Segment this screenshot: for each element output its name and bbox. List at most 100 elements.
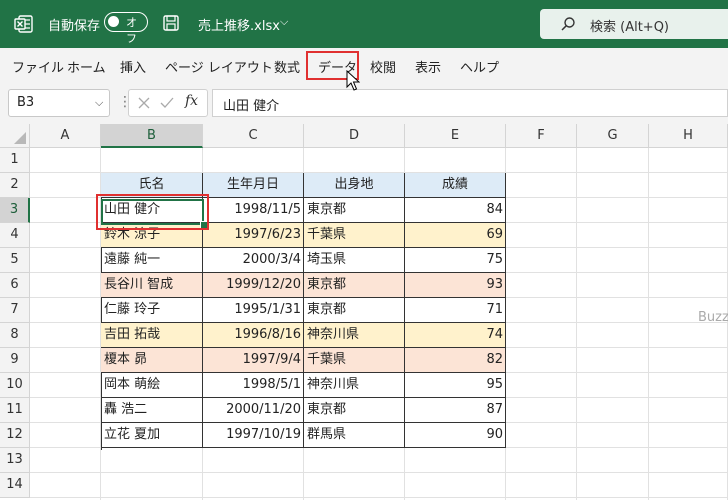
search-icon (561, 17, 575, 31)
tab-file[interactable]: ファイル (12, 57, 64, 76)
cell-name[interactable]: 立花 夏加 (101, 423, 203, 448)
cell-score[interactable]: 74 (405, 323, 506, 348)
cell-score[interactable]: 95 (405, 373, 506, 398)
autosave-label: 自動保存 (48, 19, 101, 34)
row-header-5[interactable]: 5 (0, 248, 30, 273)
cell-score[interactable]: 87 (405, 398, 506, 423)
gridline-horizontal (30, 472, 728, 473)
header-birthdate[interactable]: 生年月日 (203, 173, 304, 198)
cell-score[interactable]: 71 (405, 298, 506, 323)
cell-birthdate[interactable]: 2000/11/20 (203, 398, 304, 423)
column-header-b[interactable]: B (101, 124, 203, 148)
cell-name[interactable]: 長谷川 智成 (101, 273, 203, 298)
cell-hometown[interactable]: 埼玉県 (304, 248, 405, 273)
cell-hometown[interactable]: 東京都 (304, 198, 405, 223)
formula-bar: B3 ⌵ ⋮ fx 山田 健介 (0, 84, 728, 124)
cell-score[interactable]: 84 (405, 198, 506, 223)
name-box-value: B3 (17, 95, 35, 110)
row-header-3[interactable]: 3 (0, 198, 30, 223)
cell-birthdate[interactable]: 1998/5/1 (203, 373, 304, 398)
toggle-knob (108, 16, 119, 27)
cell-birthdate[interactable]: 1996/8/16 (203, 323, 304, 348)
formula-input[interactable]: 山田 健介 (212, 89, 728, 117)
cell-name[interactable]: 吉田 拓哉 (101, 323, 203, 348)
cell-name[interactable]: 榎本 昴 (101, 348, 203, 373)
column-header-a[interactable]: A (30, 124, 101, 148)
select-all-button[interactable] (0, 124, 30, 148)
row-header-2[interactable]: 2 (0, 173, 30, 198)
cell-score[interactable]: 69 (405, 223, 506, 248)
cell-score[interactable]: 93 (405, 273, 506, 298)
tab-review[interactable]: 校閲 (370, 57, 396, 76)
insert-function-icon[interactable]: fx (185, 93, 198, 109)
save-icon[interactable] (162, 14, 180, 32)
search-placeholder: 検索 (Alt+Q) (590, 20, 670, 35)
cell-hometown[interactable]: 東京都 (304, 298, 405, 323)
select-all-icon (14, 132, 26, 144)
row-header-13[interactable]: 13 (0, 448, 30, 473)
cell-hometown[interactable]: 千葉県 (304, 348, 405, 373)
cell-hometown[interactable]: 千葉県 (304, 223, 405, 248)
cell-birthdate[interactable]: 1995/1/31 (203, 298, 304, 323)
cell-name[interactable]: 遠藤 純一 (101, 248, 203, 273)
tab-home[interactable]: ホーム (67, 57, 106, 76)
row-header-10[interactable]: 10 (0, 373, 30, 398)
check-icon[interactable] (159, 96, 175, 110)
column-header-d[interactable]: D (304, 124, 405, 148)
row-header-8[interactable]: 8 (0, 323, 30, 348)
cell-score[interactable]: 75 (405, 248, 506, 273)
cell-hometown[interactable]: 東京都 (304, 398, 405, 423)
mouse-cursor-icon (346, 70, 360, 91)
search-box[interactable]: 検索 (Alt+Q) (540, 9, 728, 39)
column-header-c[interactable]: C (203, 124, 304, 148)
cell-name[interactable]: 轟 浩二 (101, 398, 203, 423)
spreadsheet-grid[interactable]: A B C D E F G H 1 2 3 4 5 6 7 8 9 10 11 12 13 14 氏名 生年月日 出身地 成績 山田… (0, 124, 728, 500)
cell-birthdate[interactable]: 1997/10/19 (203, 423, 304, 448)
tab-page-layout[interactable]: ページ レイアウト (165, 57, 273, 76)
name-box[interactable]: B3 ⌵ (8, 89, 110, 117)
excel-logo-icon (14, 15, 33, 33)
tab-help[interactable]: ヘルプ (460, 57, 499, 76)
column-header-g[interactable]: G (577, 124, 649, 148)
cell-score[interactable]: 90 (405, 423, 506, 448)
cell-birthdate[interactable]: 1997/9/4 (203, 348, 304, 373)
cell-hometown[interactable]: 神奈川県 (304, 373, 405, 398)
header-hometown[interactable]: 出身地 (304, 173, 405, 198)
column-header-e[interactable]: E (405, 124, 506, 148)
autosave-toggle[interactable]: オフ (104, 12, 148, 45)
row-header-12[interactable]: 12 (0, 423, 30, 448)
cell-hometown[interactable]: 東京都 (304, 273, 405, 298)
tab-insert[interactable]: 挿入 (120, 57, 146, 76)
active-cell-highlight (96, 194, 209, 230)
row-header-14[interactable]: 14 (0, 473, 30, 498)
row-header-9[interactable]: 9 (0, 348, 30, 373)
column-header-h[interactable]: H (649, 124, 728, 148)
file-name[interactable]: 売上推移.xlsx (198, 15, 280, 34)
formula-text: 山田 健介 (223, 99, 280, 114)
cell-score[interactable]: 82 (405, 348, 506, 373)
column-header-f[interactable]: F (506, 124, 577, 148)
cell-name[interactable]: 岡本 萌絵 (101, 373, 203, 398)
row-header-4[interactable]: 4 (0, 223, 30, 248)
cell-birthdate[interactable]: 2000/3/4 (203, 248, 304, 273)
cell-hometown[interactable]: 神奈川県 (304, 323, 405, 348)
header-score[interactable]: 成績 (405, 173, 506, 198)
cancel-icon[interactable] (137, 96, 151, 110)
row-header-11[interactable]: 11 (0, 398, 30, 423)
cell-birthdate[interactable]: 1997/6/23 (203, 223, 304, 248)
chevron-down-icon[interactable]: ⌵ (95, 96, 103, 110)
chevron-down-icon[interactable]: ⌵ (280, 15, 288, 29)
row-header-1[interactable]: 1 (0, 148, 30, 173)
title-bar: 自動保存 オフ 売上推移.xlsx ⌵ 検索 (Alt+Q) (0, 0, 728, 48)
cell-birthdate[interactable]: 1998/11/5 (203, 198, 304, 223)
gridline-horizontal (30, 497, 728, 498)
cell-birthdate[interactable]: 1999/12/20 (203, 273, 304, 298)
row-header-7[interactable]: 7 (0, 298, 30, 323)
formula-buttons: fx (128, 89, 208, 117)
cell-name[interactable]: 仁藤 玲子 (101, 298, 203, 323)
tab-formulas[interactable]: 数式 (274, 57, 300, 76)
tab-view[interactable]: 表示 (415, 57, 441, 76)
cell-hometown[interactable]: 群馬県 (304, 423, 405, 448)
row-header-6[interactable]: 6 (0, 273, 30, 298)
watermark: Buzz (698, 310, 728, 325)
